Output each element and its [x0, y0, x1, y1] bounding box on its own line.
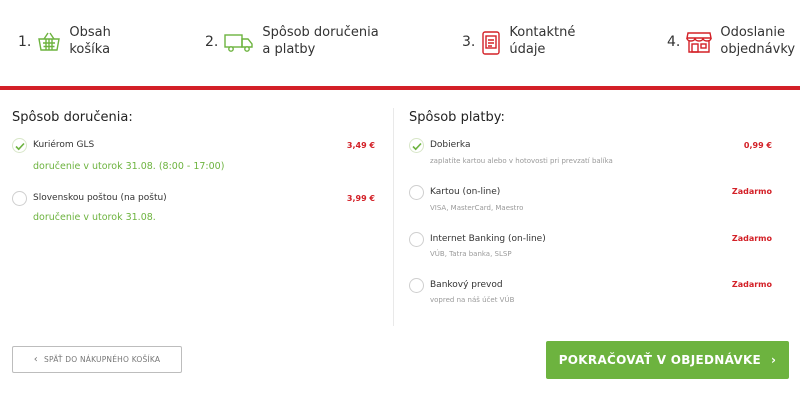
option-name: Kartou (on-line)	[430, 187, 501, 197]
continue-order-button[interactable]: POKRAČOVAŤ V OBJEDNÁVKE ›	[546, 341, 789, 379]
step-cart[interactable]: 1. Obsah košíka	[18, 24, 111, 58]
checkout-steps: 1. Obsah košíka 2. Spôsob doručenia a pl…	[0, 0, 800, 88]
step-label: Spôsob doručenia a platby	[262, 25, 379, 57]
option-name: Bankový prevod	[430, 280, 503, 290]
step-submit[interactable]: 4. Odoslanie objednávky	[667, 24, 795, 58]
step-number: 3.	[462, 34, 476, 50]
option-description: zaplatíte kartou alebo v hotovosti pri p…	[430, 157, 613, 165]
step-delivery[interactable]: 2. Spôsob doručenia a platby	[205, 24, 379, 58]
step-number: 2.	[205, 34, 219, 50]
continue-button-label: POKRAČOVAŤ V OBJEDNÁVKE	[558, 353, 762, 367]
option-name: Slovenskou poštou (na poštu)	[33, 193, 167, 203]
basket-icon	[37, 30, 61, 54]
truck-icon	[224, 30, 254, 54]
delivery-date: doručenie v utorok 31.08. (8:00 - 17:00)	[33, 161, 225, 172]
step-label: Kontaktné údaje	[509, 25, 576, 57]
step-contact[interactable]: 3. Kontaktné údaje	[462, 24, 575, 58]
option-price: 0,99 €	[743, 141, 772, 150]
option-description: VISA, MasterCard, Maestro	[430, 204, 524, 212]
back-to-cart-button[interactable]: ‹ SPÄŤ DO NÁKUPNÉHO KOŠÍKA	[12, 346, 182, 373]
option-price: 3,99 €	[346, 194, 375, 203]
option-price: 3,49 €	[346, 141, 375, 150]
back-button-label: SPÄŤ DO NÁKUPNÉHO KOŠÍKA	[43, 355, 161, 364]
delivery-radio-gls[interactable]	[12, 138, 27, 153]
step-number: 1.	[18, 34, 32, 50]
contact-form-icon	[481, 30, 501, 55]
delivery-radio-posta[interactable]	[12, 191, 27, 206]
payment-title: Spôsob platby:	[409, 110, 505, 125]
option-price: Zadarmo	[731, 187, 772, 196]
payment-radio-bank-transfer[interactable]	[409, 278, 424, 293]
step-label: Obsah košíka	[69, 25, 111, 57]
header-divider	[0, 86, 800, 90]
delivery-date: doručenie v utorok 31.08.	[33, 212, 156, 223]
option-name: Kuriérom GLS	[33, 140, 95, 150]
option-name: Internet Banking (on-line)	[430, 234, 546, 244]
option-description: vopred na náš účet VÚB	[430, 296, 515, 304]
section-divider	[393, 108, 394, 326]
step-label: Odoslanie objednávky	[720, 25, 796, 57]
chevron-right-icon: ›	[771, 353, 777, 367]
chevron-left-icon: ‹	[33, 354, 38, 365]
payment-radio-internet-banking[interactable]	[409, 232, 424, 247]
option-price: Zadarmo	[731, 234, 772, 243]
option-name: Dobierka	[430, 140, 471, 150]
payment-radio-dobierka[interactable]	[409, 138, 424, 153]
shop-icon	[686, 30, 713, 54]
option-description: VÚB, Tatra banka, SLSP	[430, 250, 512, 258]
option-price: Zadarmo	[731, 280, 772, 289]
step-number: 4.	[667, 34, 681, 50]
payment-radio-card[interactable]	[409, 185, 424, 200]
delivery-title: Spôsob doručenia:	[12, 110, 133, 125]
